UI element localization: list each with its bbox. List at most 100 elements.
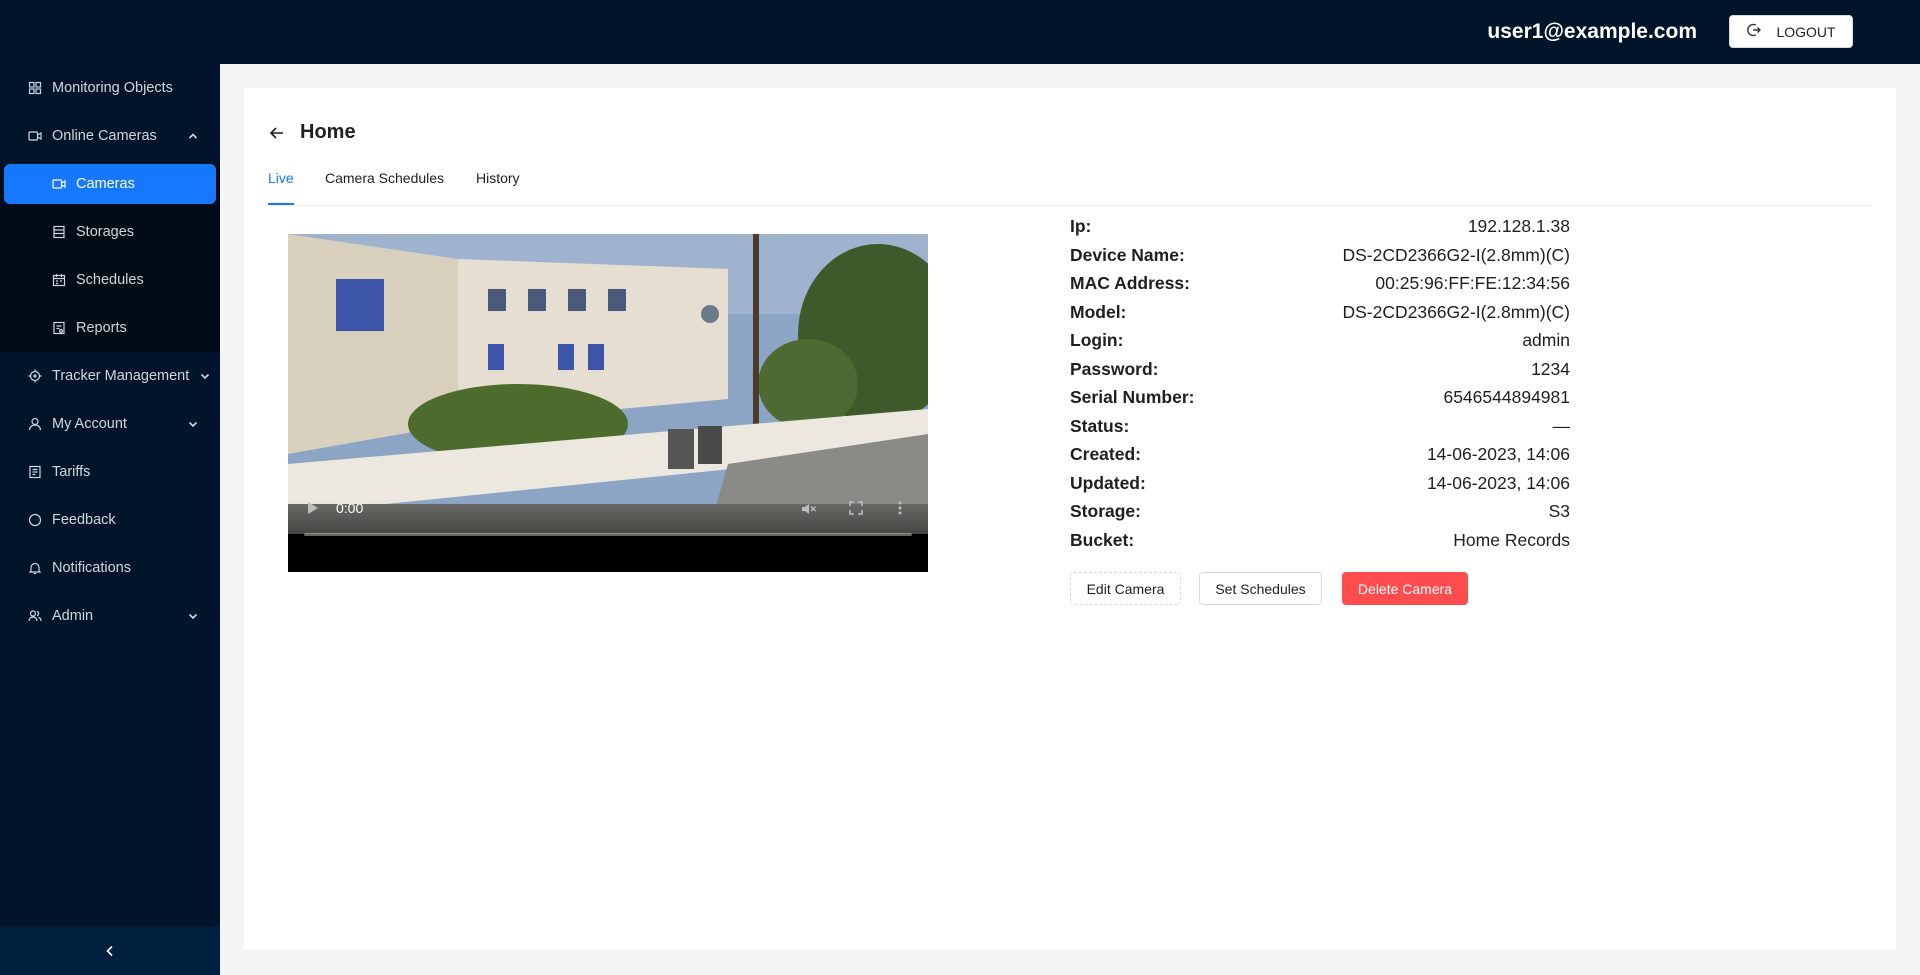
back-arrow-icon[interactable] [268,124,286,142]
chevron-up-icon [188,133,198,139]
sidebar-item-storages[interactable]: Storages [4,212,216,252]
tab-live[interactable]: Live [268,170,294,186]
logout-icon [1746,22,1762,41]
detail-label: Model: [1070,301,1127,322]
content-panel: Home Live Camera Schedules History 0:00 … [244,88,1896,950]
detail-row-device-name: Device Name: DS-2CD2366G2-I(2.8mm)(C) [1070,245,1570,273]
video-controls [288,502,928,572]
video-progress-bar[interactable] [304,533,912,536]
chevron-down-icon [200,373,210,380]
logout-button[interactable]: LOGOUT [1729,15,1853,48]
sidebar-item-admin[interactable]: Admin [4,596,216,636]
bell-icon [27,560,43,576]
detail-row-serial-number: Serial Number: 6546544894981 [1070,387,1570,415]
user-icon [27,416,43,432]
detail-label: MAC Address: [1070,273,1190,293]
detail-row-login: Login: admin [1070,330,1570,358]
detail-label: Serial Number: [1070,387,1195,407]
sidebar-item-my-account[interactable]: My Account [4,404,216,444]
edit-camera-button[interactable]: Edit Camera [1070,572,1181,605]
detail-row-mac-address: MAC Address: 00:25:96:FF:FE:12:34:56 [1070,273,1570,301]
play-icon[interactable] [304,500,320,516]
detail-label: Status: [1070,415,1130,436]
detail-value: 192.128.1.38 [1467,216,1570,236]
detail-value: DS-2CD2366G2-I(2.8mm)(C) [1342,244,1570,265]
sidebar-item-tariffs[interactable]: Tariffs [4,452,216,492]
detail-value: DS-2CD2366G2-I(2.8mm)(C) [1342,301,1570,322]
sidebar-item-tracker-management[interactable]: Tracker Management [4,356,216,396]
detail-row-updated: Updated: 14-06-2023, 14:06 [1070,473,1570,501]
video-camera-icon [51,176,67,192]
detail-value: 00:25:96:FF:FE:12:34:56 [1375,273,1570,293]
detail-label: Updated: [1070,472,1146,493]
detail-label: Storage: [1070,501,1141,521]
detail-value: 14-06-2023, 14:06 [1426,472,1570,493]
tab-history[interactable]: History [476,170,520,186]
detail-row-created: Created: 14-06-2023, 14:06 [1070,444,1570,472]
set-schedules-button[interactable]: Set Schedules [1199,572,1322,605]
volume-muted-icon[interactable] [800,500,818,518]
calendar-icon [51,272,67,288]
fullscreen-icon[interactable] [848,500,864,516]
detail-label: Bucket: [1070,529,1135,550]
detail-label: Created: [1070,444,1141,464]
detail-value: admin [1522,330,1570,350]
video-time: 0:00 [336,500,364,516]
sidebar-item-feedback[interactable]: Feedback [4,500,216,540]
sidebar-item-label: My Account [52,416,127,432]
chevron-left-icon [106,945,113,957]
tab-bar: Live Camera Schedules History [268,166,1872,206]
sidebar-item-label: Storages [76,224,135,240]
tab-camera-schedules[interactable]: Camera Schedules [325,170,444,186]
detail-label: Password: [1070,358,1159,379]
camera-feed-image [288,234,928,534]
sidebar-item-label: Tariffs [52,464,91,480]
detail-value: 1234 [1531,358,1570,379]
detail-value: Home Records [1453,529,1570,550]
detail-label: Ip: [1070,216,1092,236]
video-camera-icon [27,128,43,144]
top-header: user1@example.com LOGOUT [0,0,1920,64]
chevron-down-icon [188,421,198,428]
detail-row-bucket: Bucket: Home Records [1070,530,1570,558]
detail-label: Device Name: [1070,244,1185,265]
sidebar-item-label: Tracker Management [52,368,190,384]
sidebar: Monitoring Objects Online Cameras Camera… [0,64,220,975]
delete-camera-button[interactable]: Delete Camera [1342,572,1468,605]
sidebar-item-cameras[interactable]: Cameras [4,164,216,204]
user-email: user1@example.com [1487,20,1697,43]
sidebar-item-label: Cameras [76,176,135,192]
more-options-icon[interactable] [892,500,908,516]
sidebar-item-label: Online Cameras [52,128,157,144]
detail-row-status: Status: — [1070,416,1570,444]
detail-value: S3 [1548,501,1570,521]
file-icon [27,464,43,480]
sidebar-collapse-button[interactable] [0,927,220,975]
detail-row-ip: Ip: 192.128.1.38 [1070,216,1570,244]
detail-row-password: Password: 1234 [1070,359,1570,387]
detail-value: 14-06-2023, 14:06 [1426,444,1570,464]
detail-value: — [1552,415,1571,436]
detail-value: 6546544894981 [1443,387,1570,407]
sidebar-item-schedules[interactable]: Schedules [4,260,216,300]
grid-icon [27,80,43,96]
sidebar-item-label: Monitoring Objects [52,80,173,96]
sidebar-item-label: Schedules [76,272,144,288]
sidebar-item-label: Reports [76,320,127,336]
live-video-player[interactable]: 0:00 [288,234,928,572]
sidebar-item-reports[interactable]: Reports [4,308,216,348]
page-title: Home [300,121,356,143]
sidebar-item-label: Notifications [52,560,131,576]
detail-row-model: Model: DS-2CD2366G2-I(2.8mm)(C) [1070,302,1570,330]
sidebar-item-label: Feedback [52,512,116,528]
aim-icon [27,368,43,384]
team-icon [27,608,43,624]
message-icon [27,512,43,528]
sidebar-item-monitoring-objects[interactable]: Monitoring Objects [4,68,216,108]
sidebar-item-online-cameras[interactable]: Online Cameras [4,116,216,156]
sidebar-item-label: Admin [52,608,94,624]
chevron-down-icon [188,613,198,620]
active-tab-indicator [268,203,294,205]
sidebar-item-notifications[interactable]: Notifications [4,548,216,588]
detail-label: Login: [1070,330,1124,350]
